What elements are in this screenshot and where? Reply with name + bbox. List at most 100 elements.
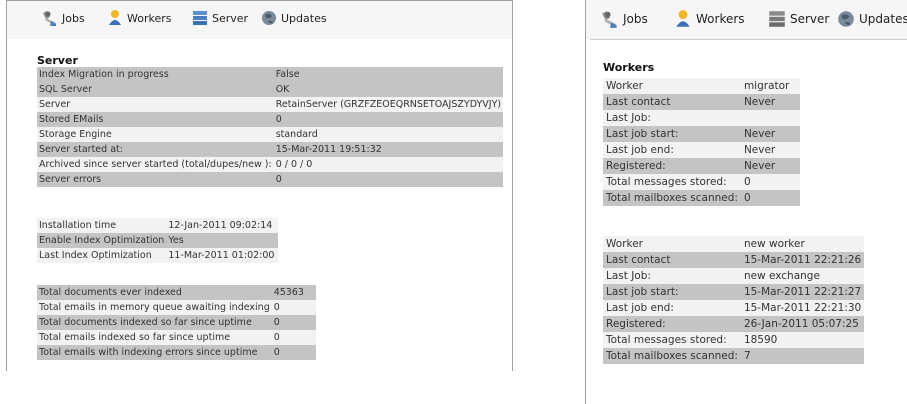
row-value: Never — [740, 142, 800, 158]
table-row: Total documents ever indexed 45363 — [37, 285, 316, 300]
index-table: Installation time 12-Jan-2011 09:02:14 En… — [37, 218, 279, 263]
row-value: 12-Jan-2011 09:02:14 — [166, 218, 279, 233]
nav-updates-label: Updates — [859, 12, 907, 26]
row-value: 0 — [273, 172, 504, 187]
table-row: Server RetainServer (GRZFZEOEQRNSETOAJSZY… — [37, 97, 504, 112]
row-label: Server — [37, 97, 274, 112]
row-label: Last contact — [603, 94, 741, 110]
row-value: 15-Mar-2011 22:21:27 — [740, 284, 865, 300]
row-label: Total emails in memory queue awaiting in… — [37, 300, 272, 315]
row-label: Last job start: — [603, 126, 741, 142]
table-row: Total emails indexed so far since uptime… — [37, 330, 316, 345]
row-label: Total documents ever indexed — [37, 285, 272, 300]
section-title: Workers — [603, 61, 655, 74]
row-value: 11-Mar-2011 01:02:00 — [166, 248, 279, 263]
row-label: Last job end: — [603, 300, 741, 316]
row-label: Total mailboxes scanned: — [603, 348, 741, 364]
table-row: Total mailboxes scanned: 0 — [603, 190, 800, 206]
table-row: Index Migration in progress False — [37, 67, 504, 82]
table-row: Last job end: 15-Mar-2011 22:21:30 — [603, 300, 865, 316]
row-label: SQL Server — [37, 82, 274, 97]
table-row: Stored EMails 0 — [37, 112, 504, 127]
nav-server[interactable]: Server — [767, 9, 829, 29]
row-label: Server started at: — [37, 142, 274, 157]
row-value: OK — [273, 82, 504, 97]
table-row: Last contact 15-Mar-2011 22:21:26 — [603, 252, 865, 268]
table-row: Enable Index Optimization Yes — [37, 233, 279, 248]
row-label: Worker — [603, 236, 741, 252]
row-label: Storage Engine — [37, 127, 274, 142]
row-value — [740, 110, 800, 126]
row-value: 15-Mar-2011 22:21:26 — [740, 252, 865, 268]
table-row: Last job start: Never — [603, 126, 800, 142]
nav-jobs-label: Jobs — [62, 11, 85, 25]
row-label: Worker — [603, 78, 741, 94]
workers-content: Workers Worker migrator Last contact Never… — [590, 39, 907, 404]
table-row: SQL Server OK — [37, 82, 504, 97]
row-value: 15-Mar-2011 22:21:30 — [740, 300, 865, 316]
row-value: 0 — [271, 330, 316, 345]
row-value: standard — [273, 127, 504, 142]
row-label: Registered: — [603, 316, 741, 332]
row-label: Total documents indexed so far since upt… — [37, 315, 272, 330]
row-label: Total emails with indexing errors since … — [37, 345, 272, 360]
row-label: Last Job: — [603, 110, 741, 126]
workers-panel: Jobs Workers Server Updates Workers Work… — [585, 0, 907, 404]
row-value: Never — [740, 158, 800, 174]
globe-icon — [836, 9, 856, 29]
table-row: Worker migrator — [603, 78, 800, 94]
nav-bar: Jobs Workers Server Updates — [7, 1, 512, 39]
nav-jobs-label: Jobs — [623, 12, 648, 26]
nav-server-label: Server — [212, 11, 249, 25]
table-row: Total mailboxes scanned: 7 — [603, 348, 865, 364]
row-label: Total messages stored: — [603, 332, 741, 348]
nav-jobs[interactable]: Jobs — [41, 9, 85, 27]
server-table: Index Migration in progress False SQL Ser… — [37, 67, 504, 187]
table-row: Last job start: 15-Mar-2011 22:21:27 — [603, 284, 865, 300]
jobs-icon — [41, 9, 59, 27]
row-label: Total mailboxes scanned: — [603, 190, 741, 206]
nav-updates[interactable]: Updates — [836, 9, 907, 29]
workers-icon — [106, 9, 124, 27]
table-row: Last Index Optimization 11-Mar-2011 01:02… — [37, 248, 279, 263]
row-value: 0 — [271, 345, 316, 360]
nav-workers[interactable]: Workers — [673, 9, 745, 29]
section-title: Server — [37, 54, 78, 67]
table-row: Total emails in memory queue awaiting in… — [37, 300, 316, 315]
row-label: Last contact — [603, 252, 741, 268]
server-content: Server Index Migration in progress False … — [7, 39, 512, 371]
nav-updates-label: Updates — [281, 11, 327, 25]
row-value: new worker — [740, 236, 865, 252]
table-row: Total emails with indexing errors since … — [37, 345, 316, 360]
nav-workers[interactable]: Workers — [106, 9, 171, 27]
row-value: 0 — [740, 174, 800, 190]
row-value: 0 / 0 / 0 — [273, 157, 504, 172]
globe-icon — [260, 9, 278, 27]
row-label: Last Job: — [603, 268, 741, 284]
table-row: Archived since server started (total/dup… — [37, 157, 504, 172]
row-label: Archived since server started (total/dup… — [37, 157, 274, 172]
row-value: 45363 — [271, 285, 316, 300]
row-label: Last job end: — [603, 142, 741, 158]
table-row: Last Job: new exchange — [603, 268, 865, 284]
table-row: Total messages stored: 0 — [603, 174, 800, 190]
table-row: Server errors 0 — [37, 172, 504, 187]
nav-server[interactable]: Server — [191, 9, 248, 27]
table-row: Server started at: 15-Mar-2011 19:51:32 — [37, 142, 504, 157]
table-row: Storage Engine standard — [37, 127, 504, 142]
server-icon — [191, 9, 209, 27]
nav-jobs[interactable]: Jobs — [600, 9, 648, 29]
row-label: Last Index Optimization — [37, 248, 167, 263]
worker-table: Worker migrator Last contact Never Last Jo… — [603, 78, 800, 206]
nav-server-label: Server — [790, 12, 830, 26]
row-value: 0 — [273, 112, 504, 127]
worker-table: Worker new worker Last contact 15-Mar-2011… — [603, 236, 865, 364]
table-row: Last job end: Never — [603, 142, 800, 158]
row-value: new exchange — [740, 268, 865, 284]
row-label: Last job start: — [603, 284, 741, 300]
server-icon — [767, 9, 787, 29]
row-value: Never — [740, 94, 800, 110]
nav-updates[interactable]: Updates — [260, 9, 327, 27]
row-value: RetainServer (GRZFZEOEQRNSETOAJSZYDYVJY) — [273, 97, 504, 112]
row-value: 0 — [740, 190, 800, 206]
